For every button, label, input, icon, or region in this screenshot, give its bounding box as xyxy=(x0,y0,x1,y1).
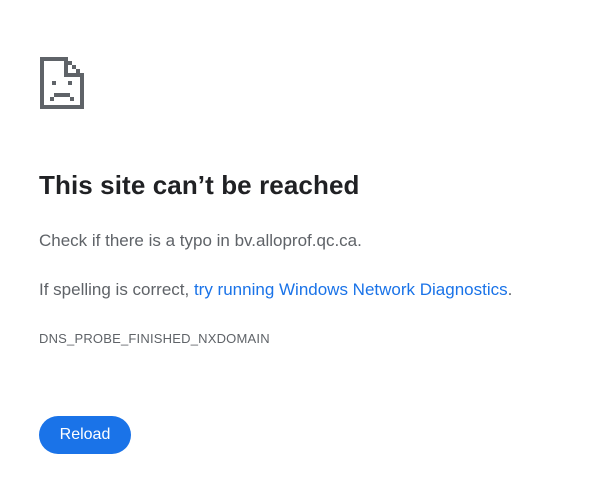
typo-message: Check if there is a typo in bv.alloprof.… xyxy=(39,231,362,251)
page-title: This site can’t be reached xyxy=(39,170,360,200)
network-diagnostics-link[interactable]: try running Windows Network Diagnostics xyxy=(194,280,508,299)
diagnostics-message-prefix: If spelling is correct, xyxy=(39,280,194,299)
hostname: bv.alloprof.qc.ca xyxy=(234,231,358,250)
error-code: DNS_PROBE_FINISHED_NXDOMAIN xyxy=(39,331,270,346)
typo-message-suffix: . xyxy=(357,231,362,250)
sad-page-icon xyxy=(38,55,86,111)
typo-message-prefix: Check if there is a typo in xyxy=(39,231,235,250)
diagnostics-message-suffix: . xyxy=(507,280,513,299)
reload-button[interactable]: Reload xyxy=(39,416,131,454)
diagnostics-message: If spelling is correct, try running Wind… xyxy=(39,280,512,300)
